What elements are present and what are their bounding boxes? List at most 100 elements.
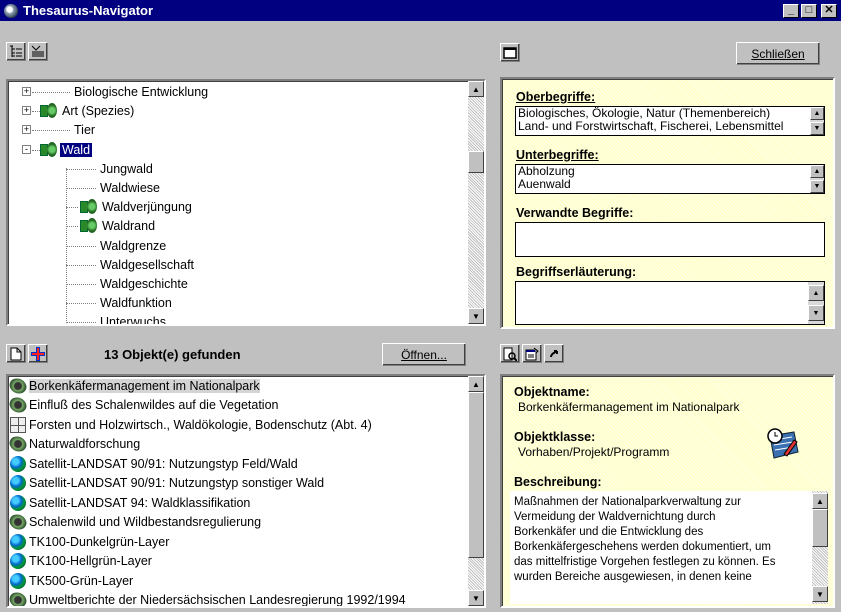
- explanation-box[interactable]: ▲ ▼: [515, 281, 825, 325]
- tree-item-label: Waldgesellschaft: [100, 257, 195, 272]
- result-item-label: TK500-Grün-Layer: [29, 573, 134, 588]
- broader-term[interactable]: Biologisches, Ökologie, Natur (Themenber…: [518, 107, 822, 120]
- results-list[interactable]: Borkenkäfermanagement im Nationalpark Ein…: [6, 374, 486, 608]
- tree-expander-icon[interactable]: +: [22, 87, 31, 96]
- tree-connector: [66, 322, 96, 324]
- window-icon: [503, 46, 517, 59]
- broader-term[interactable]: Land- und Forstwirtschaft, Fischerei, Le…: [518, 120, 822, 133]
- tree-item[interactable]: Waldrand: [80, 216, 157, 236]
- tree-connector: [66, 226, 78, 228]
- new-document-icon: [10, 347, 22, 360]
- explanation-scrollbar[interactable]: ▲ ▼: [808, 282, 824, 324]
- scroll-up-arrow-icon[interactable]: ▲: [810, 107, 824, 120]
- result-item[interactable]: Satellit-LANDSAT 94: Waldklassifikation: [10, 493, 250, 512]
- open-button[interactable]: Öffnen...: [382, 343, 466, 366]
- broader-terms-list[interactable]: Biologisches, Ökologie, Natur (Themenber…: [515, 106, 825, 136]
- thesaurus-term-icon: [40, 103, 58, 119]
- add-button[interactable]: [28, 344, 48, 363]
- result-item[interactable]: Schalenwild und Wildbestandsregulierung: [8, 511, 261, 533]
- tree-item[interactable]: Wald: [40, 140, 94, 160]
- result-item[interactable]: Umweltberichte der Niedersächsischen Lan…: [8, 589, 406, 606]
- description-line: wurden Bereiche ausgewiesen, in denen ke…: [514, 571, 752, 583]
- close-button-label: Schließen: [751, 46, 805, 61]
- minimize-button[interactable]: _: [783, 3, 799, 18]
- tree-item[interactable]: Jungwald: [98, 159, 155, 179]
- scroll-down-arrow-icon[interactable]: ▼: [810, 180, 824, 193]
- new-document-button[interactable]: [6, 344, 26, 363]
- tree-item[interactable]: Biologische Entwicklung: [72, 82, 210, 102]
- scroll-down-arrow-icon[interactable]: ▼: [812, 586, 828, 602]
- related-terms-list[interactable]: [515, 222, 825, 257]
- result-item[interactable]: TK100-Dunkelgrün-Layer: [10, 532, 169, 551]
- title-bar[interactable]: Thesaurus-Navigator _ □ ✕: [0, 0, 841, 21]
- scroll-up-arrow-icon[interactable]: ▲: [468, 81, 484, 97]
- narrower-terms-list[interactable]: Abholzung Auenwald ▲ ▼: [515, 164, 825, 194]
- result-item[interactable]: TK100-Hellgrün-Layer: [10, 552, 152, 571]
- list-view-button[interactable]: [28, 42, 48, 61]
- window-toggle-button[interactable]: [500, 43, 520, 62]
- scroll-thumb[interactable]: [468, 392, 484, 558]
- description-box[interactable]: Maßnahmen der Nationalparkverwaltung zur…: [510, 491, 828, 604]
- result-item[interactable]: Satellit-LANDSAT 90/91: Nutzungstyp sons…: [10, 474, 324, 493]
- broader-scrollbar[interactable]: ▲ ▼: [810, 107, 824, 135]
- result-item[interactable]: TK500-Grün-Layer: [10, 571, 133, 590]
- tree-item[interactable]: Art (Spezies): [40, 101, 136, 121]
- tree-scrollbar[interactable]: ▲ ▼: [468, 81, 484, 324]
- close-window-button[interactable]: ✕: [821, 3, 837, 18]
- tree-item[interactable]: Waldgesellschaft: [98, 255, 196, 275]
- scroll-down-arrow-icon[interactable]: ▼: [468, 308, 484, 324]
- bug-icon: [8, 376, 29, 396]
- results-scrollbar[interactable]: ▲ ▼: [468, 376, 484, 606]
- app-icon[interactable]: [4, 3, 18, 18]
- maximize-button[interactable]: □: [801, 3, 817, 18]
- result-item[interactable]: Borkenkäfermanagement im Nationalpark: [8, 376, 260, 396]
- object-details-panel: Objektname: Borkenkäfermanagement im Nat…: [494, 334, 841, 612]
- tree-item[interactable]: Waldverjüngung: [80, 197, 194, 217]
- scroll-down-arrow-icon[interactable]: ▼: [810, 122, 824, 135]
- narrower-term[interactable]: Abholzung: [518, 165, 822, 178]
- result-item[interactable]: Naturwaldforschung: [8, 433, 140, 455]
- scroll-up-arrow-icon[interactable]: ▲: [810, 165, 824, 178]
- description-text: Maßnahmen der Nationalparkverwaltung zur…: [514, 495, 804, 585]
- thesaurus-term-icon: [80, 218, 98, 234]
- thesaurus-tree[interactable]: + Biologische Entwicklung + Art (Spezies) + T…: [6, 79, 486, 326]
- tree-expander-icon[interactable]: +: [22, 125, 31, 135]
- result-item[interactable]: Einfluß des Schalenwildes auf die Vegeta…: [8, 394, 278, 416]
- properties-button[interactable]: [522, 344, 542, 363]
- object-class: Vorhaben/Projekt/Programm: [518, 445, 670, 459]
- tree-item[interactable]: Waldgrenze: [98, 236, 168, 256]
- scroll-down-arrow-icon[interactable]: ▼: [808, 305, 824, 321]
- tree-item-label: Jungwald: [100, 161, 153, 176]
- tree-connector: [32, 130, 70, 132]
- thesaurus-term-icon: [80, 199, 98, 215]
- tree-item[interactable]: Tier: [72, 120, 97, 140]
- result-item[interactable]: Satellit-LANDSAT 90/91: Nutzungstyp Feld…: [10, 454, 298, 473]
- preview-button[interactable]: [500, 344, 520, 363]
- earth-icon: [10, 494, 26, 511]
- scroll-up-arrow-icon[interactable]: ▲: [468, 376, 484, 392]
- tree-view-icon: [10, 45, 22, 57]
- description-label: Beschreibung:: [514, 475, 602, 489]
- scroll-thumb[interactable]: [468, 151, 484, 173]
- narrower-term[interactable]: Auenwald: [518, 178, 822, 191]
- narrower-scrollbar[interactable]: ▲ ▼: [810, 165, 824, 193]
- tree-item[interactable]: Unterwuchs: [98, 312, 168, 324]
- tree-item[interactable]: Waldwiese: [98, 178, 162, 198]
- tree-item[interactable]: Waldfunktion: [98, 293, 174, 313]
- explanation-label: Begriffserläuterung:: [516, 265, 637, 279]
- scroll-up-arrow-icon[interactable]: ▲: [808, 285, 824, 301]
- result-item-label: Satellit-LANDSAT 90/91: Nutzungstyp sons…: [29, 476, 325, 490]
- scroll-down-arrow-icon[interactable]: ▼: [468, 590, 484, 606]
- tree-expander-icon[interactable]: -: [22, 144, 31, 154]
- scroll-thumb[interactable]: [812, 509, 828, 547]
- tree-view-button[interactable]: [6, 42, 26, 61]
- object-details: Objektname: Borkenkäfermanagement im Nat…: [500, 374, 835, 608]
- close-button[interactable]: Schließen: [736, 42, 820, 65]
- result-item[interactable]: Forsten und Holzwirtsch., Waldökologie, …: [10, 415, 372, 434]
- tree-item[interactable]: Waldgeschichte: [98, 274, 190, 294]
- description-scrollbar[interactable]: ▲ ▼: [812, 491, 828, 604]
- tree-expander-icon[interactable]: +: [22, 106, 31, 116]
- link-button[interactable]: [544, 344, 564, 363]
- object-name-label: Objektname:: [514, 385, 590, 399]
- scroll-up-arrow-icon[interactable]: ▲: [812, 493, 828, 509]
